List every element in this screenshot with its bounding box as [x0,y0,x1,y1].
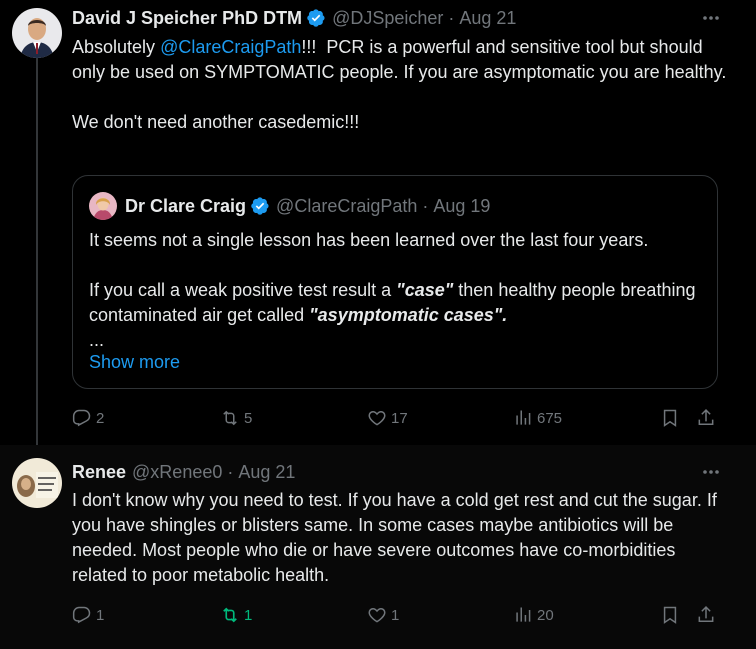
share-icon [698,606,714,622]
analytics-icon [516,607,531,622]
tweet-text: I don't know why you need to test. If yo… [72,490,722,585]
view-count: 675 [537,409,563,427]
quoted-author-name[interactable]: Dr Clare Craig [125,196,246,217]
repost-button[interactable]: 1 [220,600,252,630]
verified-badge-icon[interactable] [306,8,326,28]
separator-dot: · [227,461,234,482]
repost-button[interactable]: 5 [220,403,252,433]
quoted-date[interactable]: Aug 19 [433,196,490,217]
quoted-avatar[interactable] [89,192,117,220]
separator-dot: · [448,7,455,28]
show-more-link[interactable]: Show more [89,352,180,373]
tweet-text: Absolutely @ClareCraigPath!!! PCR is a p… [72,37,727,132]
share-icon [698,409,714,425]
verified-badge-icon[interactable] [250,196,270,216]
reply-button[interactable]: 1 [72,600,104,630]
repost-count: 5 [244,409,253,427]
tweet-1[interactable]: David J Speicher PhD DTM @DJSpeicher · A… [0,0,756,445]
quoted-header: Dr Clare Craig @ClareCraigPath · Aug 19 [125,194,490,218]
reply-icon [72,606,91,624]
like-count: 17 [391,409,408,427]
heart-icon [368,410,386,426]
tweet-actions: 2 5 17 675 [72,403,736,433]
view-count: 20 [537,606,554,624]
like-count: 1 [391,606,400,624]
repost-icon [223,607,237,623]
like-button[interactable]: 17 [367,403,408,433]
bookmark-icon [663,606,677,624]
repost-count: 1 [244,606,253,624]
reply-icon [72,409,91,427]
tweet-2[interactable]: Renee @xRenee0 · Aug 21 I don't know why… [0,445,756,649]
mention-link[interactable]: @ClareCraigPath [160,37,301,57]
share-button[interactable] [696,600,716,630]
heart-icon [368,607,386,623]
quoted-text: It seems not a single lesson has been le… [89,230,701,350]
author-handle[interactable]: @DJSpeicher [332,8,443,29]
repost-icon [223,410,237,426]
tweet-date[interactable]: Aug 21 [238,462,295,483]
quoted-handle[interactable]: @ClareCraigPath [276,196,417,217]
thread-line [36,58,38,445]
tweet-date[interactable]: Aug 21 [459,8,516,29]
reply-count: 1 [96,606,105,624]
author-handle[interactable]: @xRenee0 [132,462,222,483]
avatar[interactable] [12,8,62,58]
analytics-icon [516,410,531,425]
avatar[interactable] [12,458,62,508]
separator-dot: · [422,195,429,216]
share-button[interactable] [696,403,716,433]
views-button[interactable]: 675 [513,403,562,433]
reply-count: 2 [96,409,105,427]
author-name[interactable]: Renee [72,462,126,483]
author-name[interactable]: David J Speicher PhD DTM [72,8,302,29]
tweet-header: Renee @xRenee0 · Aug 21 [72,460,295,484]
reply-button[interactable]: 2 [72,403,104,433]
tweet-actions: 1 1 1 20 [72,600,736,630]
bookmark-button[interactable] [660,403,680,433]
bookmark-icon [663,409,677,427]
quoted-tweet[interactable]: Dr Clare Craig @ClareCraigPath · Aug 19 … [72,175,718,389]
views-button[interactable]: 20 [513,600,554,630]
more-options-icon[interactable] [696,6,726,30]
tweet-header: David J Speicher PhD DTM @DJSpeicher · A… [72,6,516,30]
like-button[interactable]: 1 [367,600,399,630]
more-options-icon[interactable] [696,460,726,484]
bookmark-button[interactable] [660,600,680,630]
